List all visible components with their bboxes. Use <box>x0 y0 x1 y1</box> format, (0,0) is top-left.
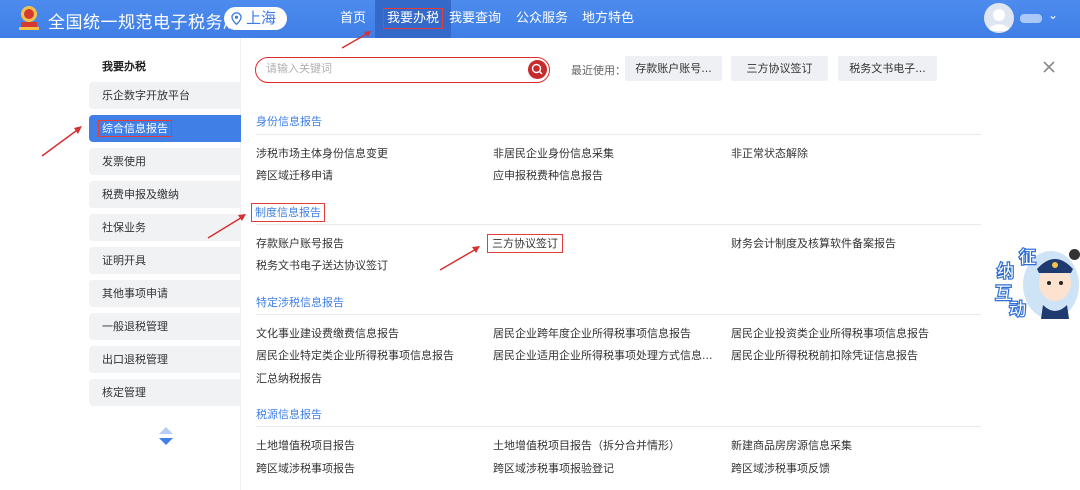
sidebar-item-comprehensive-report[interactable]: 综合信息报告 <box>89 115 241 142</box>
link-accounting-system-filing[interactable]: 财务会计制度及核算软件备案报告 <box>731 235 896 251</box>
region-label: 上海 <box>246 9 277 27</box>
link-abnormal-status-release[interactable]: 非正常状态解除 <box>731 145 808 161</box>
nav-public-service[interactable]: 公众服务 <box>516 0 568 38</box>
link-cross-region-feedback[interactable]: 跨区域涉税事项反馈 <box>731 460 830 476</box>
annotation-arrow-icon <box>41 126 82 157</box>
sidebar-item-invoice[interactable]: 发票使用 <box>89 148 241 175</box>
section-title-system: 制度信息报告 <box>251 203 325 222</box>
section-title-tax-source: 税源信息报告 <box>256 408 322 421</box>
nav-tax-handling[interactable]: 我要办税 <box>375 0 452 38</box>
annotation-arrow-icon <box>341 31 371 49</box>
link-cit-treatment-report[interactable]: 居民企业适用企业所得税事项处理方式信息... <box>493 347 713 363</box>
link-cross-region-inspection[interactable]: 跨区域涉税事项报验登记 <box>493 460 614 476</box>
search-icon <box>531 63 543 75</box>
location-pin-icon <box>231 12 242 25</box>
recent-chip-deposit-account[interactable]: 存款账户账号... <box>625 56 722 81</box>
divider <box>256 426 981 427</box>
link-e-delivery-agreement[interactable]: 税务文书电子送达协议签订 <box>256 257 388 273</box>
sidebar-title: 我要办税 <box>102 60 146 73</box>
sidebar-item-other-applications[interactable]: 其他事项申请 <box>89 280 241 307</box>
link-tax-type-report[interactable]: 应申报税费种信息报告 <box>493 167 603 183</box>
mascot-char-dong: 动 <box>1009 300 1026 320</box>
link-deduction-voucher-report[interactable]: 居民企业所得税税前扣除凭证信息报告 <box>731 347 918 363</box>
search-button[interactable] <box>528 60 547 79</box>
divider <box>256 134 981 135</box>
link-identity-change[interactable]: 涉税市场主体身份信息变更 <box>256 145 388 161</box>
link-cross-region-report[interactable]: 跨区域涉税事项报告 <box>256 460 355 476</box>
sidebar-item-export-refund[interactable]: 出口退税管理 <box>89 346 241 373</box>
search-box[interactable] <box>255 57 550 83</box>
user-avatar-icon <box>988 9 1010 31</box>
user-name-blurred[interactable] <box>1020 14 1042 23</box>
chevron-down-icon[interactable]: ⌄ <box>1048 8 1058 22</box>
tax-emblem-icon <box>19 6 39 30</box>
divider <box>256 314 981 315</box>
sidebar-item-certificate[interactable]: 证明开具 <box>89 247 241 274</box>
link-consolidated-tax-report[interactable]: 汇总纳税报告 <box>256 370 322 386</box>
recent-chip-tripartite-agreement[interactable]: 三方协议签订 <box>731 56 828 81</box>
nav-query[interactable]: 我要查询 <box>449 0 501 38</box>
sidebar-item-label: 综合信息报告 <box>98 120 172 137</box>
sidebar-item-general-refund[interactable]: 一般退税管理 <box>89 313 241 340</box>
divider <box>256 224 981 225</box>
link-land-vat-split-merge[interactable]: 土地增值税项目报告（拆分合并情形） <box>493 437 680 453</box>
link-nonresident-identity[interactable]: 非居民企业身份信息采集 <box>493 145 614 161</box>
link-cross-year-cit-report[interactable]: 居民企业跨年度企业所得税事项信息报告 <box>493 325 691 341</box>
nav-tax-handling-label: 我要办税 <box>383 8 444 29</box>
link-cultural-fee-report[interactable]: 文化事业建设费缴费信息报告 <box>256 325 399 341</box>
sidebar-item-assessment[interactable]: 核定管理 <box>89 379 241 406</box>
link-deposit-account-report[interactable]: 存款账户账号报告 <box>256 235 344 251</box>
section-title-identity: 身份信息报告 <box>256 115 322 128</box>
close-icon[interactable] <box>1041 59 1057 75</box>
sidebar-item-leqi-platform[interactable]: 乐企数字开放平台 <box>89 82 241 109</box>
search-input[interactable] <box>266 62 516 75</box>
site-title[interactable]: 全国统一规范电子税务局 <box>48 8 241 33</box>
link-tripartite-agreement-label: 三方协议签订 <box>487 234 563 253</box>
top-bar: 全国统一规范电子税务局 上海 首页 我要办税 我要查询 公众服务 地方特色 ⌄ <box>0 0 1080 38</box>
scroll-up-down-icon[interactable] <box>157 425 175 447</box>
link-investment-cit-report[interactable]: 居民企业投资类企业所得税事项信息报告 <box>731 325 929 341</box>
sidebar-item-declaration[interactable]: 税费申报及缴纳 <box>89 181 241 208</box>
mascot-char-zheng: 征 <box>1019 248 1036 268</box>
recent-use-label: 最近使用： <box>571 64 626 77</box>
link-tripartite-agreement[interactable]: 三方协议签订 <box>487 234 563 253</box>
mascot-char-na: 纳 <box>997 262 1014 282</box>
region-selector[interactable]: 上海 <box>224 7 287 30</box>
recent-chip-e-document[interactable]: 税务文书电子... <box>838 56 937 81</box>
user-avatar[interactable] <box>984 3 1014 33</box>
link-specific-cit-report[interactable]: 居民企业特定类企业所得税事项信息报告 <box>256 347 454 363</box>
section-title-specific: 特定涉税信息报告 <box>256 296 344 309</box>
annotation-arrow-icon <box>207 214 246 239</box>
link-cross-region-migration[interactable]: 跨区域迁移申请 <box>256 167 333 183</box>
annotation-arrow-icon <box>439 246 480 271</box>
link-land-vat-project[interactable]: 土地增值税项目报告 <box>256 437 355 453</box>
link-new-housing-collection[interactable]: 新建商品房房源信息采集 <box>731 437 852 453</box>
section-title-system-label: 制度信息报告 <box>251 203 325 222</box>
interaction-mascot-widget[interactable]: 征 纳 互 动 <box>993 243 1080 321</box>
nav-local-features[interactable]: 地方特色 <box>582 0 634 38</box>
